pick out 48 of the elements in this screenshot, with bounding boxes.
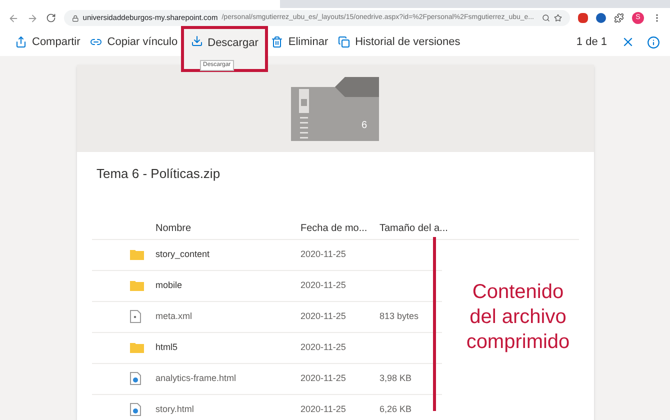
puzzle-icon[interactable] [614, 13, 624, 23]
share-icon [15, 36, 27, 48]
modified-date: 2020-11-25 [300, 310, 347, 323]
file-name: story_content [156, 248, 211, 261]
close-icon[interactable] [621, 35, 635, 49]
file-name: mobile [156, 278, 184, 292]
file-name: analytics-frame.html [156, 372, 238, 385]
file-size: 6,26 KB [380, 402, 413, 416]
copy-icon [338, 36, 350, 48]
column-header[interactable]: Nombre [156, 220, 300, 236]
page-counter: 1 de 1 [576, 34, 607, 50]
file-size: 3,98 KB [380, 372, 413, 385]
file-icon [130, 310, 140, 323]
file-name: html5 [156, 340, 179, 354]
download-icon [190, 35, 203, 47]
web-file-icon [130, 403, 140, 416]
modified-date: 2020-11-25 [300, 340, 347, 354]
link-icon [90, 36, 102, 48]
lock-icon [72, 14, 79, 22]
file-title: Tema 6 - Políticas.zip [96, 165, 222, 183]
back-icon[interactable] [8, 12, 19, 24]
modified-date: 2020-11-25 [300, 372, 347, 385]
star-icon[interactable] [554, 14, 562, 22]
file-name: meta.xml [156, 310, 194, 323]
column-header[interactable]: Fecha de mo... [300, 220, 380, 236]
file-size: 813 bytes [380, 310, 420, 323]
extension-icon[interactable] [596, 13, 606, 23]
trash-icon [271, 36, 284, 48]
reload-icon[interactable] [46, 13, 56, 23]
toolbar-button[interactable]: Compartir [10, 28, 86, 56]
pdf-extension-icon[interactable] [578, 13, 588, 23]
modified-date: 2020-11-25 [300, 248, 347, 261]
folder-icon [130, 280, 144, 291]
modified-date: 2020-11-25 [300, 278, 347, 292]
toolbar-button[interactable]: Historial de versiones [333, 28, 466, 56]
modified-date: 2020-11-25 [300, 402, 347, 416]
info-icon[interactable] [647, 36, 660, 48]
file-count: 6 [361, 118, 367, 132]
web-file-icon [130, 372, 140, 385]
search-icon[interactable] [542, 14, 550, 22]
toolbar-button[interactable]: Copiar vínculo [85, 28, 183, 56]
forward-icon[interactable] [27, 12, 38, 24]
folder-icon [130, 342, 144, 353]
toolbar-button[interactable]: Eliminar [266, 28, 334, 56]
column-header[interactable]: Tamaño del a... [380, 220, 470, 236]
file-name: story.html [156, 402, 195, 416]
folder-icon [130, 249, 144, 260]
annotation-text: Contenido del archivo comprimido [465, 280, 571, 355]
